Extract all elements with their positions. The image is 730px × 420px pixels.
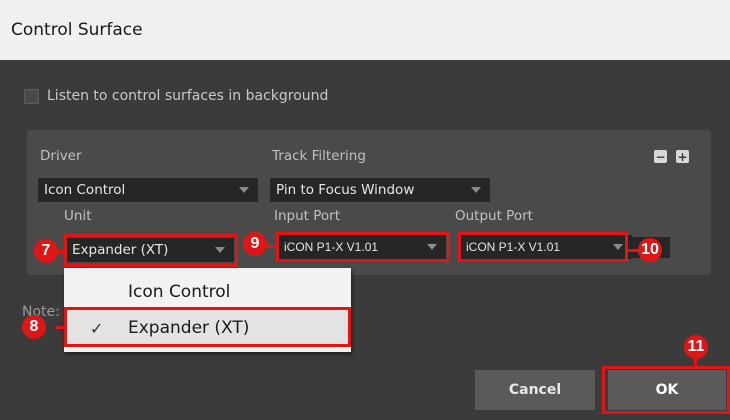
input-port-highlight — [276, 232, 450, 262]
callout-badge-10: 10 — [638, 238, 662, 262]
callout-line — [56, 326, 66, 329]
add-surface-button[interactable]: + — [676, 150, 689, 163]
callout-badge-9: 9 — [243, 232, 267, 256]
track-filtering-label: Track Filtering — [272, 148, 366, 164]
remove-surface-button[interactable]: − — [654, 150, 667, 163]
driver-select[interactable]: Icon Control — [38, 178, 258, 202]
callout-badge-11: 11 — [684, 335, 708, 359]
dropdown-item-highlight — [64, 307, 351, 347]
dropdown-item-label: Icon Control — [128, 282, 231, 302]
window-title: Control Surface — [11, 20, 143, 40]
track-filtering-value: Pin to Focus Window — [276, 182, 415, 198]
cancel-button[interactable]: Cancel — [475, 370, 595, 410]
callout-line — [58, 250, 66, 253]
chevron-down-icon — [471, 187, 481, 193]
driver-value: Icon Control — [44, 182, 126, 198]
callout-badge-8: 8 — [22, 315, 46, 339]
title-bar: Control Surface — [0, 0, 730, 60]
listen-background-row[interactable]: Listen to control surfaces in background — [24, 88, 328, 104]
track-filtering-select[interactable]: Pin to Focus Window — [270, 178, 490, 202]
unit-label: Unit — [64, 208, 92, 224]
listen-background-label: Listen to control surfaces in background — [47, 88, 329, 104]
dropdown-item-icon-control[interactable]: Icon Control — [64, 274, 351, 310]
callout-badge-7: 7 — [34, 239, 58, 263]
driver-label: Driver — [40, 148, 82, 164]
listen-background-checkbox[interactable] — [24, 88, 39, 104]
input-port-label: Input Port — [274, 208, 341, 224]
unit-highlight — [64, 234, 238, 267]
output-port-label: Output Port — [455, 208, 533, 224]
ok-highlight — [602, 366, 730, 414]
output-port-highlight — [458, 232, 628, 262]
chevron-down-icon — [239, 187, 249, 193]
